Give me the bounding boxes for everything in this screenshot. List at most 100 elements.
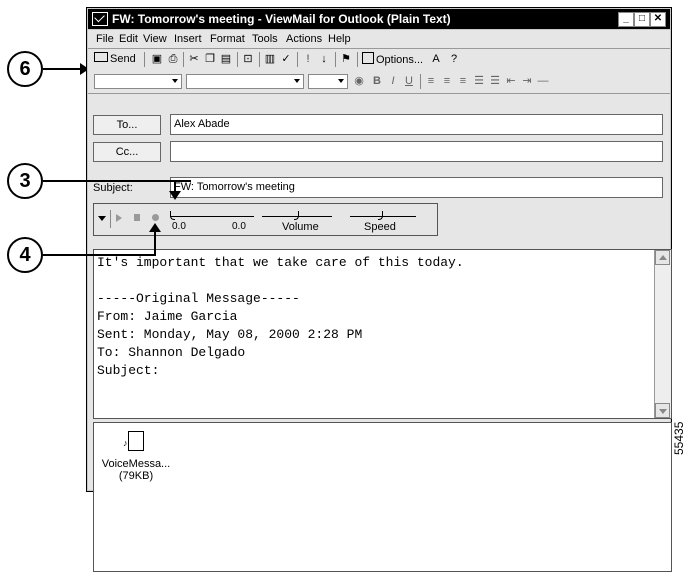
scroll-up-button[interactable] bbox=[655, 250, 670, 265]
attach-icon[interactable]: ⊡ bbox=[241, 52, 255, 67]
importance-low-icon[interactable]: ↓ bbox=[317, 52, 331, 67]
callout-3-arrowhead bbox=[169, 191, 181, 200]
menu-insert[interactable]: Insert bbox=[174, 33, 202, 45]
send-label: Send bbox=[110, 53, 136, 65]
increase-indent-icon[interactable]: ⇥ bbox=[520, 74, 534, 89]
bold-button[interactable]: B bbox=[370, 74, 384, 89]
importance-high-icon[interactable]: ! bbox=[301, 52, 315, 67]
callout-6: 6 bbox=[7, 51, 43, 87]
subject-label: Subject: bbox=[93, 182, 133, 194]
menu-format[interactable]: Format bbox=[210, 33, 245, 45]
options-button[interactable]: Options... bbox=[362, 52, 424, 67]
toolbar-separator bbox=[259, 52, 260, 67]
underline-button[interactable]: U bbox=[402, 74, 416, 89]
decrease-indent-icon[interactable]: ⇤ bbox=[504, 74, 518, 89]
font-color-icon[interactable]: ◉ bbox=[352, 74, 366, 89]
message-form: To... Alex Abade Cc... Subject: FW: Tomo… bbox=[88, 94, 672, 572]
callout-3-line bbox=[43, 180, 191, 182]
help-icon[interactable]: ? bbox=[447, 52, 461, 67]
attachment-name: VoiceMessa... bbox=[101, 458, 171, 470]
position-slider[interactable] bbox=[170, 216, 254, 217]
address-book-icon[interactable]: ▥ bbox=[263, 52, 277, 67]
message-body-text[interactable]: It's important that we take care of this… bbox=[97, 254, 464, 380]
numbering-icon[interactable]: ☰ bbox=[488, 74, 502, 89]
play-icon[interactable] bbox=[116, 214, 122, 222]
menu-bar: File Edit View Insert Format Tools Actio… bbox=[88, 30, 670, 49]
message-body[interactable]: It's important that we take care of this… bbox=[93, 249, 672, 419]
cc-field[interactable] bbox=[170, 141, 663, 162]
maximize-button[interactable]: □ bbox=[634, 12, 650, 27]
chevron-down-icon bbox=[338, 79, 344, 83]
toolbar-separator bbox=[237, 52, 238, 67]
check-names-icon[interactable]: ✓ bbox=[279, 52, 293, 67]
to-button[interactable]: To... bbox=[93, 115, 161, 135]
speed-slider-thumb[interactable] bbox=[378, 211, 383, 220]
position-end: 0.0 bbox=[232, 221, 246, 232]
player-separator bbox=[110, 210, 111, 228]
toolbar-separator bbox=[144, 52, 145, 67]
align-left-icon[interactable]: ≡ bbox=[424, 74, 438, 89]
font-combo[interactable] bbox=[186, 74, 304, 89]
print-icon[interactable]: ⎙ bbox=[166, 52, 180, 67]
toolbar-separator bbox=[297, 52, 298, 67]
attachment-area: ♪ VoiceMessa... (79KB) bbox=[93, 422, 672, 572]
style-combo[interactable] bbox=[94, 74, 182, 89]
viewmail-window: FW: Tomorrow's meeting - ViewMail for Ou… bbox=[86, 7, 672, 572]
menu-view[interactable]: View bbox=[143, 33, 167, 45]
toolbar-separator bbox=[420, 74, 421, 89]
callout-3: 3 bbox=[7, 163, 43, 199]
standard-toolbar: Send ▣ ⎙ ✂ ❐ ▤ ⊡ ▥ ✓ ! ↓ ⚑ Options... A … bbox=[88, 49, 670, 72]
callout-4-arrowhead bbox=[149, 223, 161, 232]
stop-icon[interactable] bbox=[134, 214, 140, 221]
subject-field[interactable]: FW: Tomorrow's meeting bbox=[170, 177, 663, 198]
options-label: Options... bbox=[376, 54, 424, 66]
paste-icon[interactable]: ▤ bbox=[219, 52, 233, 67]
callout-4-leader bbox=[154, 230, 156, 256]
menu-edit[interactable]: Edit bbox=[119, 33, 138, 45]
save-icon[interactable]: ▣ bbox=[150, 52, 164, 67]
callout-4: 4 bbox=[7, 237, 43, 273]
player-menu-icon[interactable] bbox=[98, 216, 106, 221]
to-field[interactable]: Alex Abade bbox=[170, 114, 663, 135]
cut-icon[interactable]: ✂ bbox=[187, 52, 201, 67]
menu-actions[interactable]: Actions bbox=[286, 33, 322, 45]
align-center-icon[interactable]: ≡ bbox=[440, 74, 454, 89]
record-icon[interactable] bbox=[152, 214, 159, 221]
send-button[interactable]: Send bbox=[94, 52, 142, 67]
envelope-icon bbox=[92, 12, 108, 26]
callout-4-line bbox=[43, 254, 155, 256]
volume-slider-thumb[interactable] bbox=[294, 211, 299, 220]
italic-button[interactable]: I bbox=[386, 74, 400, 89]
close-button[interactable]: ✕ bbox=[650, 12, 666, 27]
options-icon bbox=[362, 52, 374, 64]
toolbar-separator bbox=[357, 52, 358, 67]
formatting-toolbar: ◉ B I U ≡ ≡ ≡ ☰ ☰ ⇤ ⇥ — bbox=[88, 71, 670, 94]
flag-icon[interactable]: ⚑ bbox=[339, 52, 353, 67]
speed-label: Speed bbox=[364, 221, 396, 233]
voice-attachment[interactable]: ♪ VoiceMessa... (79KB) bbox=[96, 429, 176, 487]
copy-icon[interactable]: ❐ bbox=[203, 52, 217, 67]
send-icon bbox=[94, 52, 108, 62]
vertical-scrollbar[interactable] bbox=[654, 250, 671, 418]
chevron-up-icon bbox=[659, 255, 667, 260]
menu-help[interactable]: Help bbox=[328, 33, 351, 45]
minimize-button[interactable]: _ bbox=[618, 12, 634, 27]
figure-id: 55435 bbox=[672, 421, 686, 455]
menu-file[interactable]: File bbox=[96, 33, 114, 45]
scroll-down-button[interactable] bbox=[655, 403, 670, 418]
horizontal-line-icon[interactable]: — bbox=[536, 74, 550, 89]
menu-tools[interactable]: Tools bbox=[252, 33, 278, 45]
font-size-combo[interactable] bbox=[308, 74, 348, 89]
chevron-down-icon bbox=[294, 79, 300, 83]
attachment-size: (79KB) bbox=[118, 470, 154, 482]
cc-button[interactable]: Cc... bbox=[93, 142, 161, 162]
font-icon[interactable]: A bbox=[429, 52, 443, 67]
window-title: FW: Tomorrow's meeting - ViewMail for Ou… bbox=[112, 12, 451, 26]
position-slider-thumb[interactable] bbox=[170, 211, 175, 220]
align-right-icon[interactable]: ≡ bbox=[456, 74, 470, 89]
callout-6-line bbox=[43, 68, 83, 70]
title-bar: FW: Tomorrow's meeting - ViewMail for Ou… bbox=[88, 9, 670, 29]
speed-slider[interactable] bbox=[350, 216, 416, 217]
chevron-down-icon bbox=[659, 409, 667, 414]
bullets-icon[interactable]: ☰ bbox=[472, 74, 486, 89]
